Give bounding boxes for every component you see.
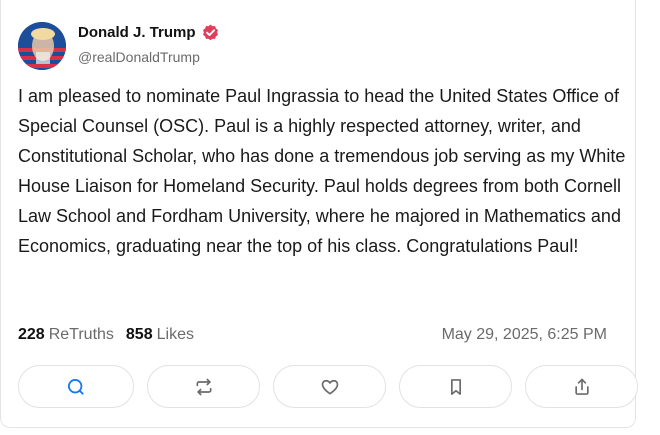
retruths-stat[interactable]: 228 ReTruths [18, 326, 114, 344]
retruth-button[interactable] [147, 365, 260, 408]
likes-label: Likes [156, 326, 194, 343]
share-button[interactable] [525, 365, 638, 408]
post-timestamp[interactable]: May 29, 2025, 6:25 PM [442, 326, 607, 344]
author-name-row: Donald J. Trump [78, 24, 219, 41]
author-handle[interactable]: @realDonaldTrump [78, 49, 200, 65]
retruths-count: 228 [18, 326, 45, 343]
like-button[interactable] [273, 365, 386, 408]
verified-badge-icon [202, 24, 219, 41]
avatar-image [18, 22, 66, 70]
heart-icon [321, 379, 338, 394]
bookmark-icon [450, 378, 461, 395]
retruths-label: ReTruths [48, 326, 114, 343]
reply-button[interactable] [18, 365, 134, 408]
likes-stat[interactable]: 858 Likes [126, 326, 194, 344]
share-icon [574, 378, 589, 395]
likes-count: 858 [125, 326, 153, 343]
retruth-icon [196, 378, 211, 395]
author-avatar[interactable] [18, 22, 66, 70]
reply-bubble-icon [68, 378, 84, 395]
post-card: Donald J. Trump @realDonaldTrump I am pl… [0, 0, 638, 428]
post-text: I am pleased to nominate Paul Ingrassia … [18, 86, 626, 256]
author-name[interactable]: Donald J. Trump [78, 24, 196, 41]
action-bar [18, 365, 638, 408]
bookmark-button[interactable] [399, 365, 512, 408]
post-stats: 228 ReTruths 858 Likes [18, 326, 194, 344]
